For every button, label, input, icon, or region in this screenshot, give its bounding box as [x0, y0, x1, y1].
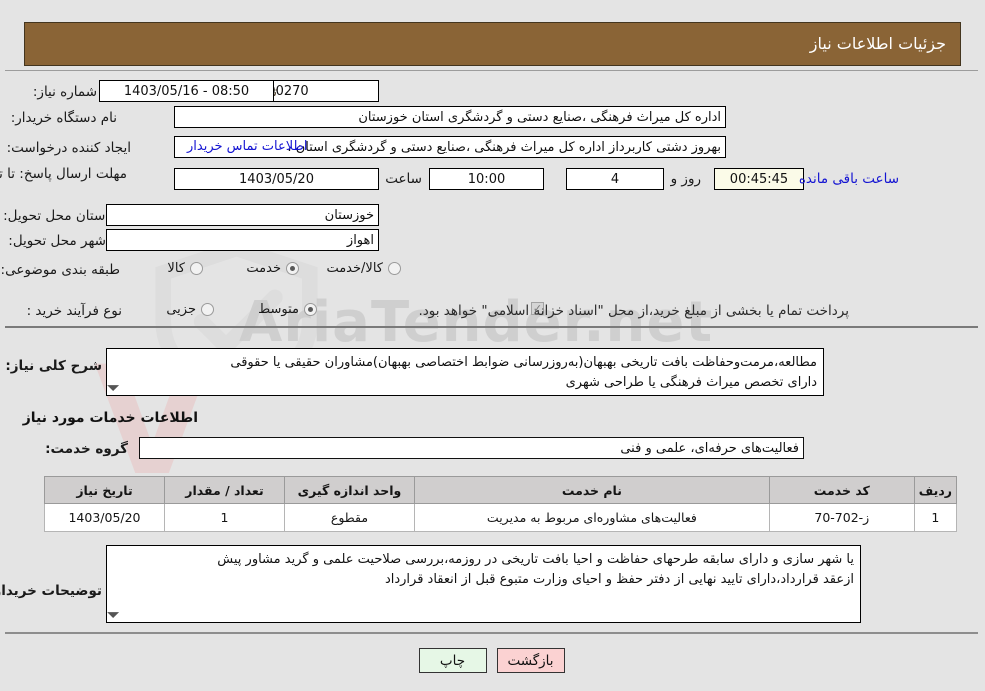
page-header: جزئیات اطلاعات نیاز	[25, 22, 962, 66]
buyer-notes-textarea[interactable]: یا شهر سازی و دارای سابقه طرحهای حفاظت و…	[107, 545, 862, 623]
table-row: 1 ز-702-70 فعالیت‌های مشاوره‌ای مربوط به…	[45, 503, 959, 532]
bottom-separator	[6, 632, 979, 634]
back-button[interactable]: بازگشت	[497, 648, 566, 673]
col-need-date: تاریخ نیاز	[45, 476, 166, 504]
col-unit: واحد اندازه گیری	[285, 476, 416, 504]
description-line-2: دارای تخصص میراث فرهنگی یا طراحی شهری	[566, 375, 818, 390]
page-root: V AriaTender.net جزئیات اطلاعات نیاز شما…	[0, 0, 985, 691]
notes-line-1: یا شهر سازی و دارای سابقه طرحهای حفاظت و…	[218, 552, 855, 567]
button-row: بازگشت چاپ	[0, 648, 985, 673]
cell-need-date: 1403/05/20	[45, 503, 166, 532]
print-button[interactable]: چاپ	[419, 648, 488, 673]
cell-service-name: فعالیت‌های مشاوره‌ای مربوط به مدیریت	[415, 503, 771, 532]
col-row: ردیف	[914, 476, 959, 504]
need-info-panel	[6, 70, 979, 328]
buyer-notes-label: توضیحات خریدار:	[0, 583, 103, 599]
col-quantity: تعداد / مقدار	[165, 476, 286, 504]
table-header-row: ردیف کد خدمت نام خدمت واحد اندازه گیری ت…	[45, 476, 959, 504]
service-group-label: گروه خدمت:	[46, 441, 129, 457]
cell-quantity: 1	[165, 503, 286, 532]
cell-row: 1	[914, 503, 959, 532]
general-description-textarea[interactable]: مطالعه،مرمت‌وحفاظت بافت تاریخی بهبهان(به…	[107, 348, 825, 396]
col-service-code: کد خدمت	[769, 476, 916, 504]
resize-grip-icon[interactable]: ◢	[108, 602, 124, 622]
general-description-label: شرح کلی نیاز:	[6, 358, 103, 374]
services-section-title: اطلاعات خدمات مورد نیاز	[23, 410, 199, 426]
page-title: جزئیات اطلاعات نیاز	[810, 34, 947, 53]
services-table: ردیف کد خدمت نام خدمت واحد اندازه گیری ت…	[45, 476, 959, 532]
col-service-name: نام خدمت	[415, 476, 771, 504]
service-group-field: فعالیت‌های حرفه‌ای، علمی و فنی	[140, 437, 805, 459]
description-line-1: مطالعه،مرمت‌وحفاظت بافت تاریخی بهبهان(به…	[231, 355, 818, 370]
notes-line-2: ازعقد قرارداد،دارای تایید نهایی از دفتر …	[385, 572, 855, 587]
cell-service-code: ز-702-70	[769, 503, 916, 532]
cell-unit: مقطوع	[285, 503, 416, 532]
